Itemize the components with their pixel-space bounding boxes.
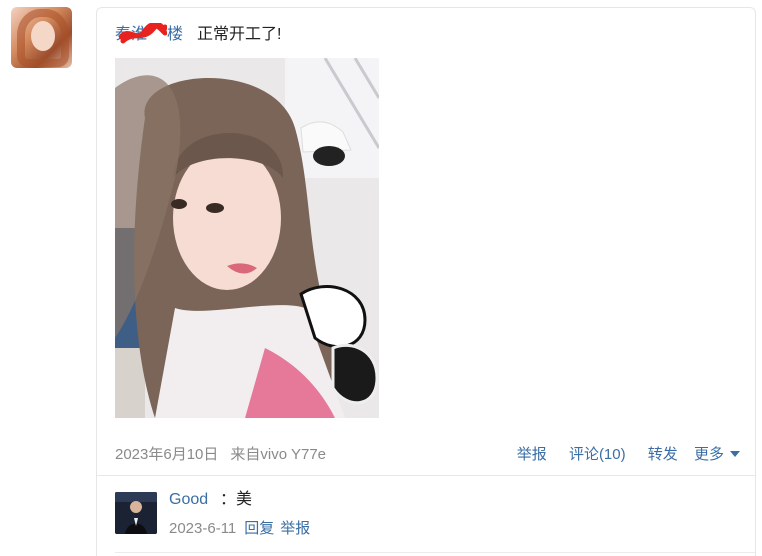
more-label[interactable]: 更多 bbox=[694, 446, 724, 463]
post-header: 秦淮楼正常开工了! bbox=[115, 22, 281, 48]
comment-author[interactable]: Good bbox=[169, 489, 208, 511]
chevron-down-icon[interactable] bbox=[730, 451, 740, 457]
divider bbox=[97, 475, 755, 476]
comment-report-link[interactable]: 举报 bbox=[280, 520, 310, 537]
post-author-tail[interactable]: 楼 bbox=[167, 26, 183, 43]
page: 秦淮楼正常开工了! 2023年6月10日 来自vivo Y77e 举报 评论(1… bbox=[0, 0, 762, 556]
post-actions: 举报 评论(10) 转发 更多 bbox=[499, 444, 740, 466]
comment-link[interactable]: 评论(10) bbox=[569, 446, 626, 463]
avatar-face-shape bbox=[31, 21, 55, 51]
redaction-scribble bbox=[119, 23, 168, 44]
post-author-link[interactable]: 秦淮楼 bbox=[115, 23, 183, 44]
post-source: 来自vivo Y77e bbox=[230, 446, 327, 463]
comment-meta: 2023-6-11 回复 举报 bbox=[169, 518, 310, 540]
post-text: 正常开工了! bbox=[197, 26, 282, 43]
poster-avatar[interactable] bbox=[11, 7, 72, 68]
selfie-illustration bbox=[115, 58, 379, 418]
commenter-photo bbox=[115, 492, 157, 534]
reply-link[interactable]: 回复 bbox=[244, 520, 274, 537]
comment-avatar[interactable] bbox=[115, 492, 157, 534]
forward-link[interactable]: 转发 bbox=[648, 446, 678, 463]
comment-divider bbox=[115, 552, 755, 553]
post-photo[interactable] bbox=[115, 58, 379, 418]
comment-text: ：美 bbox=[220, 491, 253, 508]
comment-date: 2023-6-11 bbox=[169, 520, 237, 537]
more-menu[interactable]: 更多 bbox=[694, 446, 740, 463]
post-meta: 2023年6月10日 来自vivo Y77e 举报 评论(10) 转发 更多 bbox=[115, 444, 740, 466]
report-link[interactable]: 举报 bbox=[517, 446, 547, 463]
post-date[interactable]: 2023年6月10日 bbox=[115, 446, 218, 463]
